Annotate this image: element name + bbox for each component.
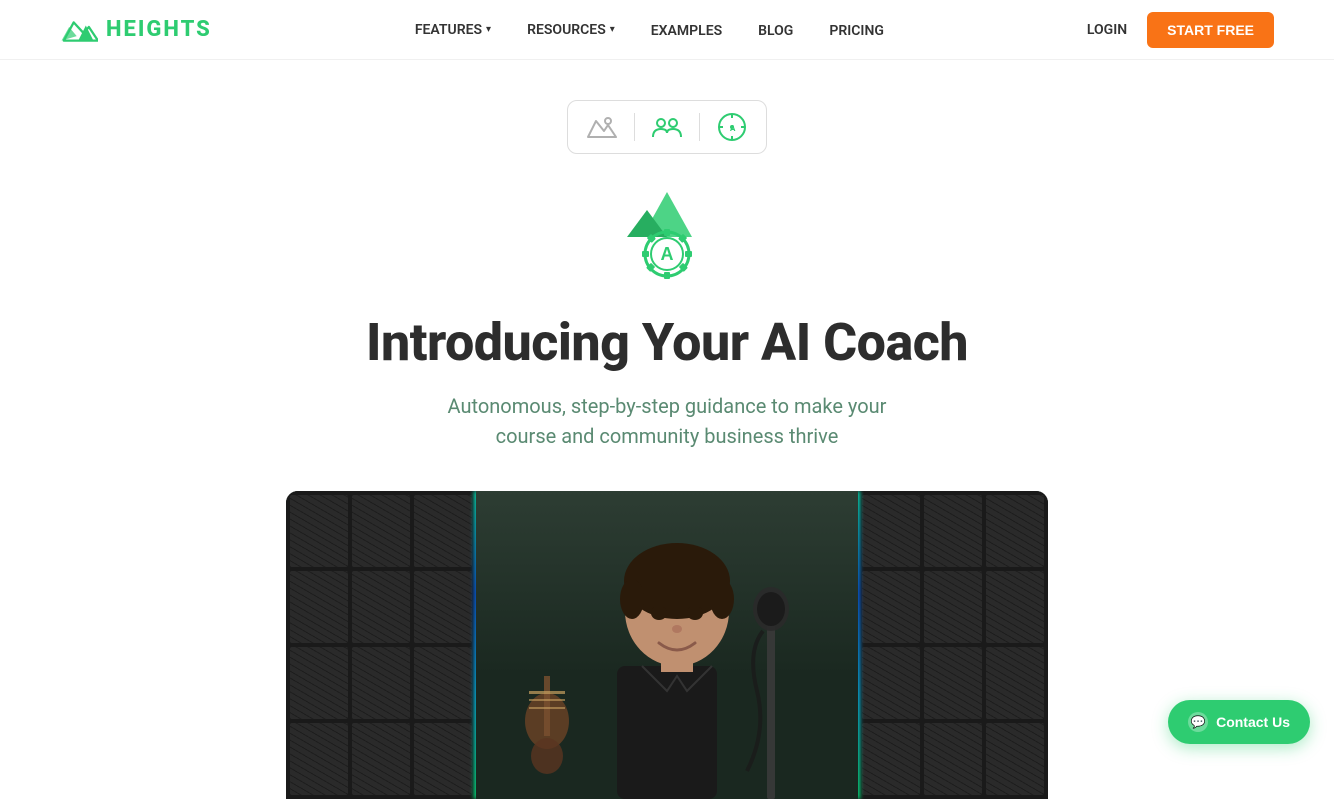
svg-text:A: A <box>661 244 674 264</box>
contact-us-button[interactable]: 💬 Contact Us <box>1168 700 1310 744</box>
feature-icon-bar: A <box>567 100 767 154</box>
nav-blog[interactable]: BLOG <box>758 20 793 39</box>
nav-features[interactable]: FEATURES ▾ <box>415 22 491 38</box>
navbar: HEIGHTS FEATURES ▾ RESOURCES ▾ EXAMPLES … <box>0 0 1334 60</box>
nav-links: FEATURES ▾ RESOURCES ▾ EXAMPLES BLOG PRI… <box>415 20 884 39</box>
login-button[interactable]: LOGIN <box>1087 22 1127 38</box>
divider <box>699 113 700 141</box>
hero-subtitle: Autonomous, step-by-step guidance to mak… <box>448 391 887 451</box>
chevron-down-icon: ▾ <box>486 24 491 35</box>
chat-icon: 💬 <box>1188 712 1208 732</box>
start-free-button[interactable]: START FREE <box>1147 12 1274 48</box>
left-panels <box>286 491 476 799</box>
ai-coach-icon: A <box>612 182 722 292</box>
nav-pricing[interactable]: PRICING <box>829 20 884 39</box>
logo-text: HEIGHTS <box>106 17 212 42</box>
video-scene <box>286 491 1048 799</box>
right-panels <box>858 491 1048 799</box>
nav-resources[interactable]: RESOURCES ▾ <box>527 22 615 38</box>
center-scene <box>476 491 858 799</box>
hero-section: A A Introducing Your AI Coach <box>0 60 1334 799</box>
nav-actions: LOGIN START FREE <box>1087 12 1274 48</box>
logo-icon <box>60 16 98 44</box>
mountains-icon <box>586 115 618 139</box>
chevron-down-icon: ▾ <box>610 24 615 35</box>
svg-text:A: A <box>730 124 736 133</box>
people-icon <box>651 115 683 139</box>
nav-examples[interactable]: EXAMPLES <box>651 20 722 39</box>
video-thumbnail[interactable] <box>286 491 1048 799</box>
compass-icon: A <box>716 111 748 143</box>
person-svg <box>487 491 847 799</box>
hero-title: Introducing Your AI Coach <box>366 312 968 373</box>
logo-link[interactable]: HEIGHTS <box>60 16 212 44</box>
divider <box>634 113 635 141</box>
